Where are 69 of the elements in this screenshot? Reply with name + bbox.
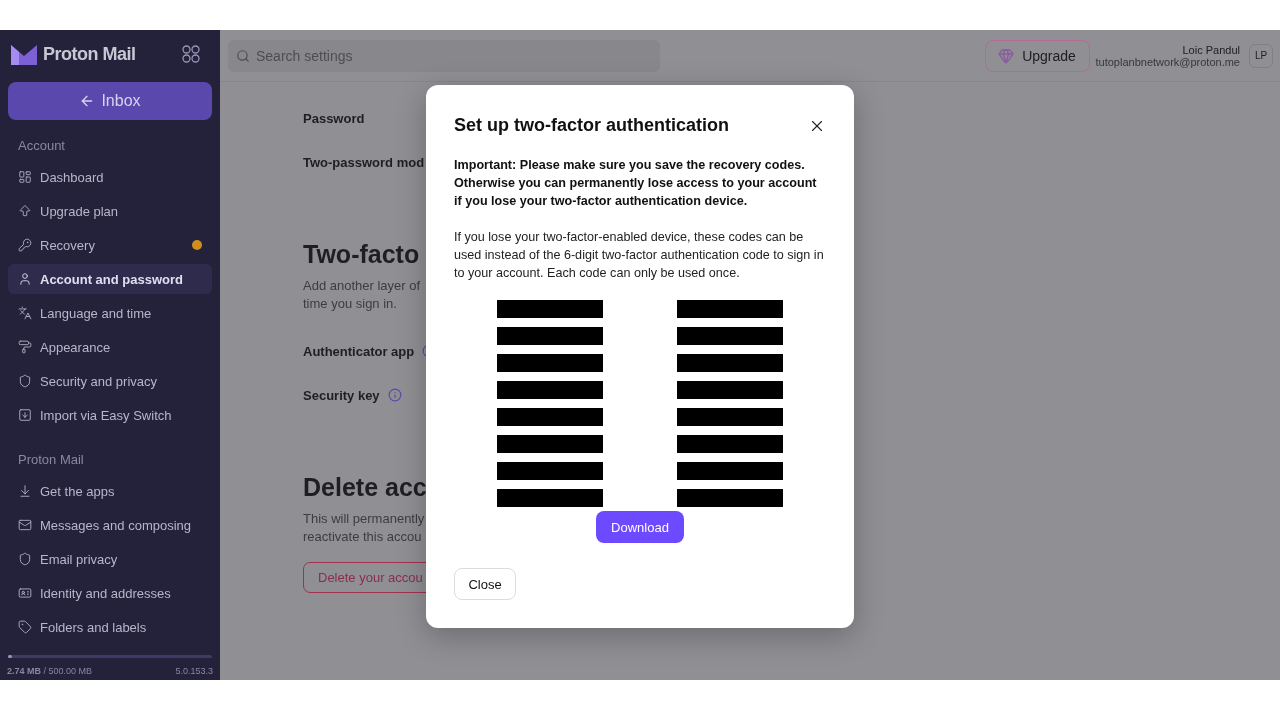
user-icon: [18, 272, 32, 286]
tag-icon: [18, 620, 32, 634]
nav-item[interactable]: Identity and addresses: [8, 578, 212, 608]
translate-icon: [18, 306, 32, 320]
section-title: Account: [17, 136, 66, 155]
nav-label: Messages and composing: [40, 517, 193, 533]
modal-title: Set up two-factor authentication: [454, 115, 729, 136]
shield-icon: [18, 552, 32, 566]
nav-item[interactable]: Email privacy: [8, 544, 212, 574]
nav-item[interactable]: Import via Easy Switch: [8, 400, 212, 430]
apps-grid-icon[interactable]: [182, 45, 200, 63]
setting-label: Password: [303, 110, 365, 126]
warning-text: Important: Please make sure you save the recovery codes. Otherwise you can permanently lose access to your account if you lose your two-factor authentication device.: [454, 157, 818, 210]
setting-label: Two-password mod: [303, 154, 425, 170]
shield-icon: [18, 374, 32, 388]
nav-item[interactable]: Language and time: [8, 298, 212, 328]
section-heading: Two-facto: [303, 240, 420, 269]
id-card-icon: [18, 586, 32, 600]
nav-label: Appearance: [40, 339, 112, 355]
section-heading: Delete acc: [303, 473, 427, 502]
nav-label: Identity and addresses: [40, 585, 172, 601]
section-title: Proton Mail: [17, 450, 85, 469]
download-icon: [18, 484, 32, 498]
import-icon: [18, 408, 32, 422]
paint-roller-icon: [18, 340, 32, 354]
gem-icon: [998, 47, 1015, 64]
search-field[interactable]: Search settings: [228, 39, 660, 72]
user-avatar[interactable]: LP: [1249, 43, 1273, 68]
section-description: Add another layer of: [303, 277, 421, 295]
nav-item[interactable]: Dashboard: [8, 162, 212, 192]
info-text: If you lose your two-factor-enabled device, these codes can be used instead of the 6-digit two-factor authentication code to sign in to your account. Each code can only be used once.: [454, 229, 825, 282]
section-description: reactivate this accou: [303, 528, 422, 546]
upgrade-button[interactable]: Upgrade: [984, 39, 1090, 72]
nav-label: Get the apps: [40, 483, 116, 499]
nav-item[interactable]: Upgrade plan: [8, 196, 212, 226]
storage-usage: 2.74 MB / 500.00 MB: [7, 666, 93, 676]
nav-label: Dashboard: [40, 169, 105, 185]
arrow-up-icon: [18, 204, 32, 218]
close-button[interactable]: Close: [454, 568, 516, 600]
nav-label: Upgrade plan: [40, 203, 120, 219]
nav-label: Security and privacy: [40, 373, 159, 389]
nav-label: Import via Easy Switch: [40, 407, 173, 423]
user-email: tutoplanbnetwork@proton.me: [1095, 55, 1240, 68]
brand-name: Proton Mail: [43, 43, 137, 65]
nav-item[interactable]: Get the apps: [8, 476, 212, 506]
nav-label: Language and time: [40, 305, 153, 321]
nav-item[interactable]: Recovery: [8, 230, 212, 260]
search-icon: [236, 48, 250, 63]
setting-label: Security key: [303, 387, 380, 403]
key-icon: [18, 238, 32, 252]
app-version: 5.0.153.3: [175, 666, 213, 676]
inbox-button[interactable]: Inbox: [8, 82, 212, 120]
nav-item[interactable]: Messages and composing: [8, 510, 212, 540]
dashboard-icon: [18, 170, 32, 184]
nav-label: Email privacy: [40, 551, 119, 567]
nav-label: Recovery: [40, 237, 96, 253]
user-name: Loic Pandul: [1182, 43, 1240, 56]
setting-label: Authenticator app: [303, 343, 415, 359]
nav-item[interactable]: Appearance: [8, 332, 212, 362]
nav-item[interactable]: Account and password: [8, 264, 212, 294]
nav-item[interactable]: Folders and labels: [8, 612, 212, 642]
nav-label: Folders and labels: [40, 619, 148, 635]
section-description: This will permanently: [303, 510, 425, 528]
nav-label: Account and password: [40, 271, 185, 287]
envelope-icon: [18, 518, 32, 532]
section-description: time you sign in.: [303, 295, 397, 313]
nav-item[interactable]: Security and privacy: [8, 366, 212, 396]
logo-icon: [11, 43, 37, 65]
download-button[interactable]: Download: [596, 511, 684, 543]
